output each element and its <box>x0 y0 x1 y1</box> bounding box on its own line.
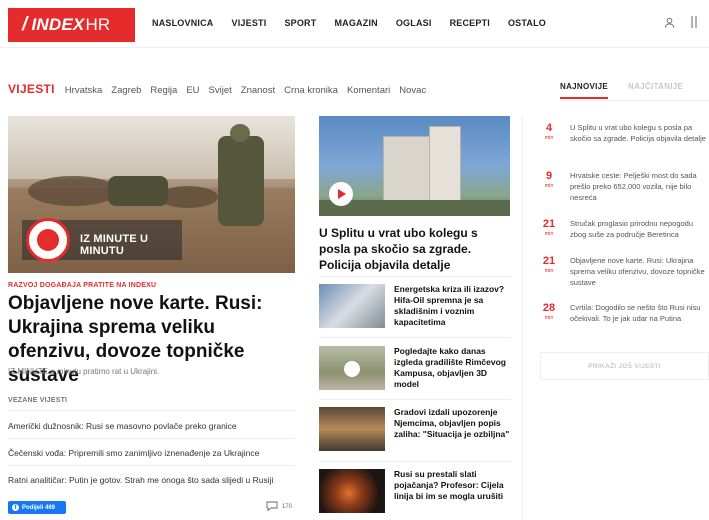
site-logo[interactable]: / INDEX HR <box>8 8 135 42</box>
list-item[interactable]: Rusi su prestali slati pojačanja? Profes… <box>319 469 519 520</box>
latest-item[interactable]: 28 min Cvrtila: Dogodilo se nešto što Ru… <box>540 302 709 342</box>
section-nav: VIJESTI Hrvatska Zagreb Regija EU Svijet… <box>8 82 435 96</box>
latest-title[interactable]: Hrvatske ceste: Pelješki most do sada pr… <box>570 170 709 203</box>
latest-title[interactable]: Stručak proglasio prirodnu nepogodu zbog… <box>570 218 709 240</box>
latest-minutes: 21 <box>542 218 556 230</box>
list-item-title[interactable]: Energetska kriza ili izazov? Hifa-Oil sp… <box>394 284 514 328</box>
latest-title[interactable]: U Splitu u vrat ubo kolegu s posla pa sk… <box>570 122 709 144</box>
subnav-eu[interactable]: EU <box>186 85 199 96</box>
news-tabs: NAJNOVIJE NAJČITANIJE <box>560 82 709 99</box>
hero-helmet <box>230 124 250 142</box>
latest-minutes: 28 <box>542 302 556 314</box>
nav-item-naslovnica[interactable]: NASLOVNICA <box>152 18 214 28</box>
nav-item-oglasi[interactable]: OGLASI <box>396 18 432 28</box>
divider <box>8 465 295 466</box>
tab-latest[interactable]: NAJNOVIJE <box>560 82 609 99</box>
divider <box>319 276 511 277</box>
list-item-title[interactable]: Gradovi izdali upozorenje Njemcima, obja… <box>394 407 514 440</box>
list-item-title[interactable]: Rusi su prestali slati pojačanja? Profes… <box>394 469 514 502</box>
divider <box>319 399 511 400</box>
hero-soldier <box>218 136 264 226</box>
show-more-news-button[interactable]: PRIKAŽI JOŠ VIJESTI <box>540 352 709 380</box>
comments-link[interactable]: 170 <box>266 501 292 513</box>
related-link-1[interactable]: Američki dužnosnik: Rusi se masovno povl… <box>8 421 295 431</box>
divider <box>8 438 295 439</box>
divider <box>8 410 295 411</box>
facebook-share-button[interactable]: f Podijeli 469 <box>8 501 66 514</box>
subnav-zagreb[interactable]: Zagreb <box>111 85 141 96</box>
list-item[interactable]: Pogledajte kako danas izgleda gradilište… <box>319 346 519 398</box>
divider <box>319 337 511 338</box>
subnav-hrvatska[interactable]: Hrvatska <box>65 85 102 96</box>
comment-icon <box>266 501 278 513</box>
menu-icon[interactable] <box>689 16 699 28</box>
comments-count: 170 <box>282 504 293 510</box>
facebook-icon: f <box>12 504 19 511</box>
list-item-title[interactable]: Pogledajte kako danas izgleda gradilište… <box>394 346 514 390</box>
logo-suffix: HR <box>85 15 111 34</box>
featured-image[interactable] <box>319 116 510 216</box>
subnav-svijet[interactable]: Svijet <box>209 85 232 96</box>
featured-title[interactable]: U Splitu u vrat ubo kolegu s posla pa sk… <box>319 225 511 273</box>
live-badge[interactable]: IZ MINUTE U MINUTU <box>22 218 182 262</box>
list-item-thumbnail <box>319 469 385 513</box>
latest-item[interactable]: 4 min U Splitu u vrat ubo kolegu s posla… <box>540 122 709 162</box>
latest-minutes: 4 <box>545 122 553 134</box>
live-badge-label: IZ MINUTE U MINUTU <box>80 233 149 257</box>
latest-title[interactable]: Objavljene nove karte. Rusi: Ukrajina sp… <box>570 255 709 288</box>
nav-item-vijesti[interactable]: VIJESTI <box>232 18 267 28</box>
related-link-2[interactable]: Čečenski vođa: Pripremili smo zanimljivo… <box>8 448 295 458</box>
subnav-crna-kronika[interactable]: Crna kronika <box>284 85 338 96</box>
nav-item-recepti[interactable]: RECEPTI <box>450 18 490 28</box>
play-icon[interactable] <box>329 182 353 206</box>
latest-unit: min <box>544 231 554 237</box>
list-item-thumbnail <box>319 346 385 390</box>
main-nav: NASLOVNICA VIJESTI SPORT MAGAZIN OGLASI … <box>152 18 564 28</box>
header-icons <box>664 16 699 28</box>
top-header: / INDEX HR NASLOVNICA VIJESTI SPORT MAGA… <box>0 0 709 48</box>
latest-title[interactable]: Cvrtila: Dogodilo se nešto što Rusi nisu… <box>570 302 709 324</box>
latest-unit: min <box>544 268 554 274</box>
latest-unit: min <box>544 135 554 141</box>
subnav-regija[interactable]: Regija <box>150 85 177 96</box>
column-divider <box>522 116 523 520</box>
tabs-divider <box>560 100 709 101</box>
hero-lead: IZ MINUTE u minutu pratimo rat u Ukrajin… <box>8 367 160 376</box>
hero-kicker: RAZVOJ DOGAĐAJA PRATITE NA INDEXU <box>8 282 157 289</box>
play-icon[interactable] <box>344 361 360 377</box>
logo-text: INDEX <box>31 15 85 34</box>
list-item[interactable]: Gradovi izdali upozorenje Njemcima, obja… <box>319 407 519 459</box>
nav-item-sport[interactable]: SPORT <box>284 18 316 28</box>
user-icon[interactable] <box>664 17 675 28</box>
list-item-thumbnail <box>319 407 385 451</box>
latest-minutes: 21 <box>542 255 556 267</box>
latest-item[interactable]: 21 min Stručak proglasio prirodnu nepogo… <box>540 218 709 248</box>
subnav-znanost[interactable]: Znanost <box>241 85 275 96</box>
related-link-3[interactable]: Ratni analitičar: Putin je gotov. Strah … <box>8 475 295 485</box>
subnav-komentari[interactable]: Komentari <box>347 85 390 96</box>
latest-unit: min <box>544 183 554 189</box>
hero-soldier-2 <box>108 176 168 206</box>
logo-mark-icon: / <box>22 14 28 35</box>
hero-brush <box>28 176 118 206</box>
hero-image[interactable]: IZ MINUTE U MINUTU <box>8 116 295 273</box>
section-title[interactable]: VIJESTI <box>8 82 55 96</box>
nav-item-magazin[interactable]: MAGAZIN <box>334 18 377 28</box>
latest-unit: min <box>544 315 554 321</box>
latest-item[interactable]: 9 min Hrvatske ceste: Pelješki most do s… <box>540 170 709 210</box>
tab-most-read[interactable]: NAJČITANIJE <box>628 82 683 91</box>
latest-minutes: 9 <box>545 170 553 182</box>
live-record-icon <box>26 218 70 262</box>
divider <box>319 461 511 462</box>
list-item[interactable]: Energetska kriza ili izazov? Hifa-Oil sp… <box>319 284 519 336</box>
facebook-share-label: Podijeli 469 <box>22 504 56 511</box>
nav-item-ostalo[interactable]: OSTALO <box>508 18 546 28</box>
related-heading: VEZANE VIJESTI <box>8 397 68 404</box>
list-item-thumbnail <box>319 284 385 328</box>
latest-item[interactable]: 21 min Objavljene nove karte. Rusi: Ukra… <box>540 255 709 295</box>
subnav-novac[interactable]: Novac <box>399 85 426 96</box>
